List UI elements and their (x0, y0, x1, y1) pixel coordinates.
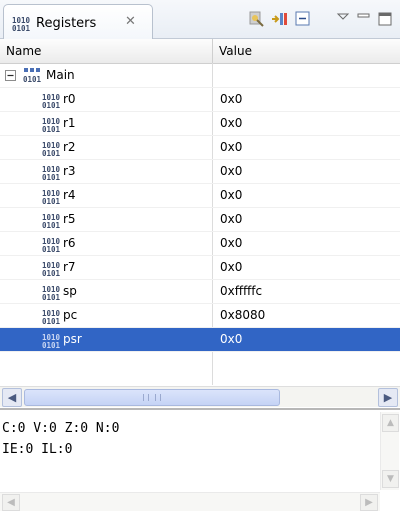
register-icon: 1010 0101 (42, 237, 61, 256)
tree-row-main[interactable]: 0101 Main (0, 64, 400, 88)
register-value[interactable]: 0x0 (220, 112, 242, 135)
collapse-all-icon[interactable] (293, 9, 313, 29)
view-menu-icon[interactable] (334, 9, 354, 29)
scroll-up-button[interactable]: ▲ (382, 414, 399, 432)
columns-icon[interactable] (270, 9, 290, 29)
register-icon: 1010 0101 (42, 117, 61, 136)
register-name: sp (63, 284, 77, 298)
table-row[interactable]: 1010 0101 psr 0x0 (0, 328, 400, 352)
register-icon: 1010 0101 (42, 165, 61, 184)
grip-icon (143, 394, 161, 401)
svg-text:0101: 0101 (42, 269, 60, 277)
register-name: r3 (63, 164, 76, 178)
table-row[interactable]: 1010 0101 sp 0xfffffc (0, 280, 400, 304)
svg-text:0101: 0101 (42, 245, 60, 253)
close-icon[interactable]: ✕ (125, 14, 136, 29)
column-header-value[interactable]: Value (213, 39, 399, 63)
table-row[interactable]: 1010 0101 r3 0x0 (0, 160, 400, 184)
svg-text:0101: 0101 (23, 75, 42, 84)
register-name: psr (63, 332, 82, 346)
scroll-left-button[interactable]: ◀ (2, 494, 20, 511)
debug-tool-icon[interactable] (247, 9, 267, 29)
maximize-icon[interactable] (376, 9, 396, 29)
svg-text:0101: 0101 (42, 101, 60, 109)
register-value[interactable]: 0x0 (220, 256, 242, 279)
register-icon: 1010 0101 (42, 213, 61, 232)
register-name: pc (63, 308, 78, 322)
register-value[interactable]: 0x0 (220, 208, 242, 231)
table-row[interactable]: 1010 0101 r1 0x0 (0, 112, 400, 136)
scroll-left-button[interactable]: ◀ (2, 388, 22, 407)
table-row[interactable]: 1010 0101 r6 0x0 (0, 232, 400, 256)
table-row[interactable]: 1010 0101 pc 0x8080 (0, 304, 400, 328)
register-name: r7 (63, 260, 76, 274)
register-name: r6 (63, 236, 76, 250)
detail-horizontal-scrollbar[interactable]: ◀ ▶ (0, 492, 380, 511)
view-tab-bar: 1010 0101 Registers ✕ (0, 0, 400, 39)
svg-text:0101: 0101 (42, 197, 60, 205)
register-icon: 1010 0101 (42, 141, 61, 160)
svg-text:0101: 0101 (42, 341, 60, 349)
register-value[interactable]: 0x0 (220, 328, 242, 351)
minimize-icon[interactable] (355, 9, 375, 29)
scroll-down-button[interactable]: ▼ (382, 470, 399, 488)
register-detail-pane[interactable]: C:0 V:0 Z:0 N:0 IE:0 IL:0 ▲ ▼ ◀ ▶ (0, 408, 400, 512)
svg-text:0101: 0101 (42, 173, 60, 181)
register-icon: 1010 0101 (42, 261, 61, 280)
register-icon: 1010 0101 (42, 93, 61, 112)
register-name: r5 (63, 212, 76, 226)
registers-table: Name Value 0101 Main 1010 0101 r0 0x0 10… (0, 39, 400, 385)
register-value[interactable]: 0x8080 (220, 304, 265, 327)
table-horizontal-scrollbar[interactable]: ◀ ▶ (0, 386, 400, 407)
register-name: r0 (63, 92, 76, 106)
register-value[interactable]: 0xfffffc (220, 280, 262, 303)
column-header-name[interactable]: Name (0, 39, 213, 63)
table-row[interactable]: 1010 0101 r4 0x0 (0, 184, 400, 208)
table-row[interactable]: 1010 0101 r7 0x0 (0, 256, 400, 280)
tab-registers[interactable]: 1010 0101 Registers ✕ (3, 4, 153, 39)
tab-label: Registers (36, 16, 97, 31)
register-icon: 1010 0101 (42, 309, 61, 328)
register-group-icon: 0101 (23, 68, 43, 87)
svg-text:0101: 0101 (42, 149, 60, 157)
table-row[interactable]: 1010 0101 r5 0x0 (0, 208, 400, 232)
svg-text:0101: 0101 (42, 293, 60, 301)
svg-text:0101: 0101 (42, 317, 60, 325)
scroll-right-button[interactable]: ▶ (378, 388, 398, 407)
group-label: Main (46, 68, 75, 82)
register-name: r2 (63, 140, 76, 154)
table-header: Name Value (0, 39, 400, 64)
register-name: r1 (63, 116, 76, 130)
registers-icon: 1010 0101 (12, 16, 31, 35)
svg-text:0101: 0101 (42, 125, 60, 133)
register-name: r4 (63, 188, 76, 202)
register-value[interactable]: 0x0 (220, 160, 242, 183)
table-row[interactable]: 1010 0101 r0 0x0 (0, 88, 400, 112)
register-icon: 1010 0101 (42, 189, 61, 208)
detail-line: IE:0 IL:0 (2, 442, 73, 457)
register-value[interactable]: 0x0 (220, 184, 242, 207)
svg-text:0101: 0101 (12, 24, 30, 32)
detail-line: C:0 V:0 Z:0 N:0 (2, 421, 120, 436)
svg-text:0101: 0101 (42, 221, 60, 229)
detail-vertical-scrollbar[interactable]: ▲ ▼ (380, 412, 399, 490)
scroll-right-button[interactable]: ▶ (360, 494, 378, 511)
collapse-toggle-icon[interactable] (5, 70, 16, 84)
register-value[interactable]: 0x0 (220, 88, 242, 111)
register-value[interactable]: 0x0 (220, 232, 242, 255)
scroll-thumb[interactable] (24, 389, 280, 406)
register-icon: 1010 0101 (42, 285, 61, 304)
table-row[interactable]: 1010 0101 r2 0x0 (0, 136, 400, 160)
register-value[interactable]: 0x0 (220, 136, 242, 159)
register-icon: 1010 0101 (42, 333, 61, 352)
detail-text[interactable]: C:0 V:0 Z:0 N:0 IE:0 IL:0 (2, 418, 377, 488)
